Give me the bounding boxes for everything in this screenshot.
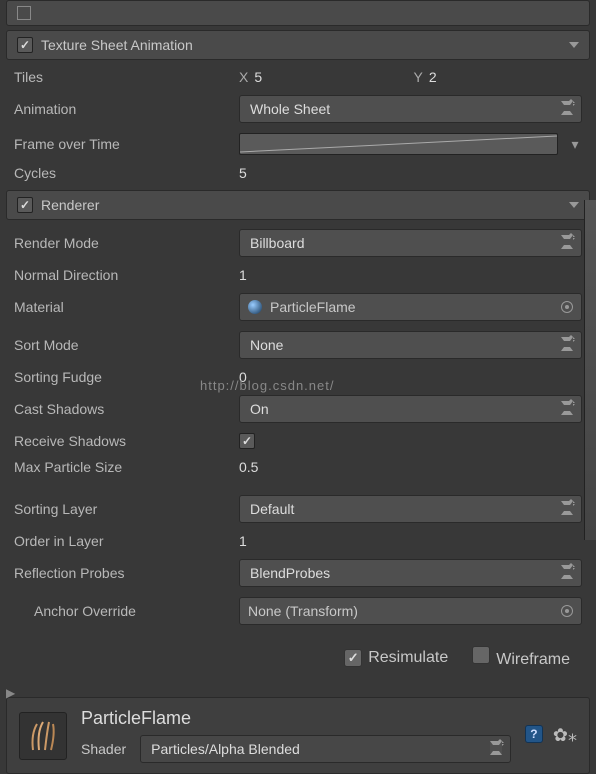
renderer-module-header[interactable]: Renderer xyxy=(6,190,590,220)
tiles-x-label: X xyxy=(239,69,248,85)
tiles-label: Tiles xyxy=(14,69,229,85)
anchor-override-slot[interactable]: None (Transform) xyxy=(239,597,582,625)
max-particle-size-label: Max Particle Size xyxy=(14,459,229,475)
tiles-y-label: Y xyxy=(414,69,423,85)
material-slot[interactable]: ParticleFlame xyxy=(239,293,582,321)
cast-shadows-label: Cast Shadows xyxy=(14,401,229,417)
receive-shadows-label: Receive Shadows xyxy=(14,433,229,449)
reflection-probes-label: Reflection Probes xyxy=(14,565,229,581)
wireframe-toggle[interactable]: Wireframe xyxy=(472,646,570,669)
gear-icon[interactable]: ✿⁎ xyxy=(553,725,577,746)
texture-sheet-title: Texture Sheet Animation xyxy=(41,37,193,53)
material-preview-icon xyxy=(248,300,262,314)
order-in-layer-label: Order in Layer xyxy=(14,533,229,549)
material-thumbnail-icon xyxy=(19,712,67,760)
curve-mode-arrow-icon[interactable]: ▾ xyxy=(568,136,582,153)
cycles-field[interactable]: 5 xyxy=(239,165,582,181)
shader-dropdown[interactable]: Particles/Alpha Blended xyxy=(140,735,511,763)
material-foldout-arrow-icon[interactable]: ▶ xyxy=(6,686,15,700)
checkbox-icon xyxy=(472,646,490,664)
previous-module-header-stub[interactable]: … xyxy=(6,0,590,26)
sorting-fudge-field[interactable]: 0 xyxy=(239,369,582,385)
frame-over-time-curve[interactable] xyxy=(239,133,558,155)
object-picker-icon[interactable] xyxy=(561,605,573,617)
material-header[interactable]: ParticleFlame Shader Particles/Alpha Ble… xyxy=(6,697,590,774)
frame-over-time-label: Frame over Time xyxy=(14,136,229,152)
object-picker-icon[interactable] xyxy=(561,301,573,313)
sorting-fudge-label: Sorting Fudge xyxy=(14,369,229,385)
resimulate-toggle[interactable]: Resimulate xyxy=(344,649,448,667)
animation-dropdown[interactable]: Whole Sheet xyxy=(239,95,582,123)
normal-direction-label: Normal Direction xyxy=(14,267,229,283)
help-icon[interactable]: ? xyxy=(525,725,543,743)
tiles-x-field[interactable]: 5 xyxy=(254,69,407,85)
renderer-title: Renderer xyxy=(41,197,99,213)
material-name: ParticleFlame xyxy=(81,708,511,729)
sorting-layer-dropdown[interactable]: Default xyxy=(239,495,582,523)
render-mode-dropdown[interactable]: Billboard xyxy=(239,229,582,257)
render-mode-label: Render Mode xyxy=(14,235,229,251)
normal-direction-field[interactable]: 1 xyxy=(239,267,582,283)
cast-shadows-dropdown[interactable]: On xyxy=(239,395,582,423)
tiles-y-field[interactable]: 2 xyxy=(429,69,582,85)
checkbox-stub xyxy=(17,6,31,20)
anchor-override-label: Anchor Override xyxy=(14,603,229,619)
order-in-layer-field[interactable]: 1 xyxy=(239,533,582,549)
reflection-probes-dropdown[interactable]: BlendProbes xyxy=(239,559,582,587)
renderer-enable-checkbox[interactable] xyxy=(17,197,33,213)
max-particle-size-field[interactable]: 0.5 xyxy=(239,459,582,475)
texture-sheet-animation-header[interactable]: Texture Sheet Animation xyxy=(6,30,590,60)
sort-mode-label: Sort Mode xyxy=(14,337,229,353)
receive-shadows-checkbox[interactable] xyxy=(239,433,255,449)
texture-sheet-enable-checkbox[interactable] xyxy=(17,37,33,53)
scrollbar[interactable] xyxy=(584,200,596,540)
sorting-layer-label: Sorting Layer xyxy=(14,501,229,517)
sort-mode-dropdown[interactable]: None xyxy=(239,331,582,359)
shader-label: Shader xyxy=(81,741,126,757)
checkmark-icon xyxy=(344,649,362,667)
animation-label: Animation xyxy=(14,101,229,117)
material-label: Material xyxy=(14,299,229,315)
cycles-label: Cycles xyxy=(14,165,229,181)
